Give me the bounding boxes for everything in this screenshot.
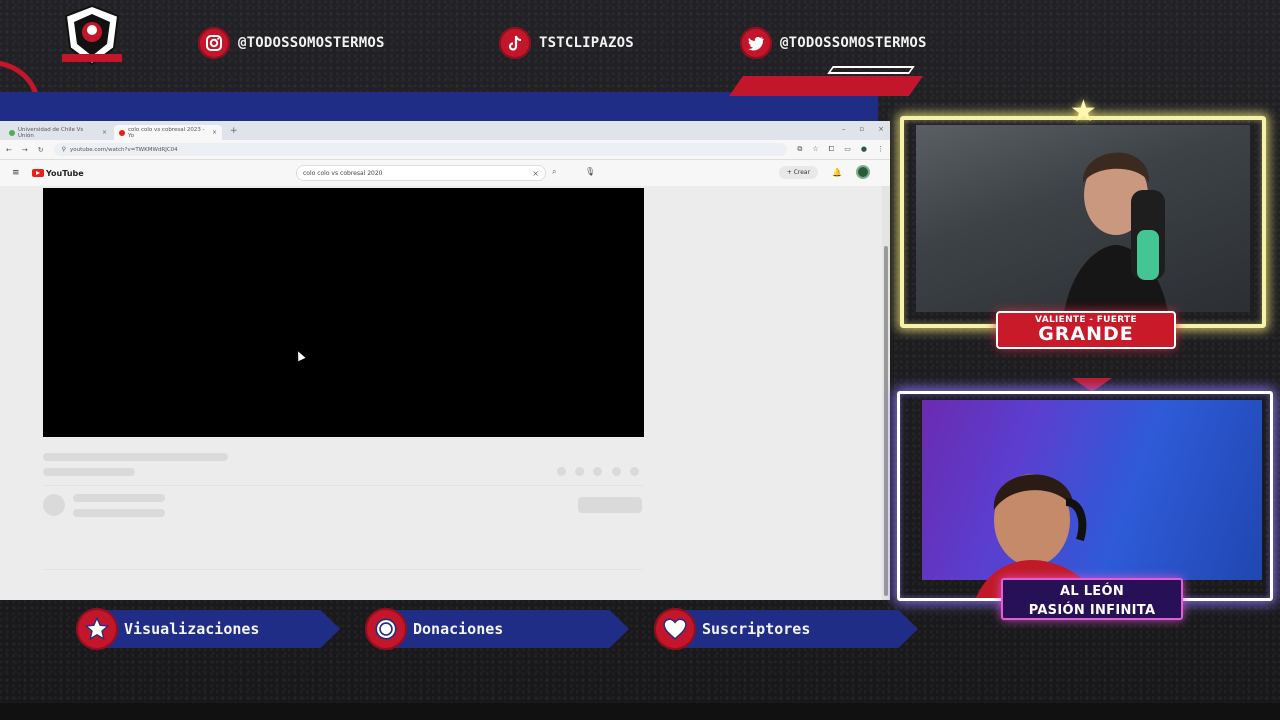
- new-tab-icon[interactable]: +: [224, 126, 244, 136]
- account-avatar[interactable]: [856, 165, 870, 179]
- sidepanel-icon[interactable]: ▭: [844, 145, 851, 154]
- youtube-favicon-icon: [119, 129, 125, 136]
- close-window-icon[interactable]: ×: [878, 125, 884, 133]
- url-input[interactable]: ⚲ youtube.com/watch?v=TWKMWdRJC04: [53, 143, 788, 156]
- decor-red-band: [728, 76, 924, 96]
- social-instagram: @TODOSSOMOSTERMOS: [198, 26, 385, 60]
- tab-bar: Universidad de Chile Vs Unión × colo col…: [0, 121, 890, 140]
- channel-avatar-skeleton: [43, 494, 65, 516]
- clear-search-icon[interactable]: ×: [532, 169, 539, 178]
- youtube-logo[interactable]: YouTube: [32, 169, 84, 178]
- tab-favicon-icon: [9, 129, 15, 136]
- tab-colo-colo[interactable]: colo colo vs cobresal 2023 - Yo ×: [114, 125, 222, 140]
- twitter-icon: [740, 27, 772, 59]
- twitter-handle: @TODOSSOMOSTERMOS: [780, 35, 927, 51]
- subtitle-skeleton: [43, 468, 135, 476]
- bookmark-star-icon[interactable]: ☆: [812, 145, 818, 154]
- reload-icon[interactable]: ↻: [38, 146, 44, 154]
- tab-label: colo colo vs cobresal 2023 - Yo: [128, 126, 205, 139]
- channel-name-skeleton: [73, 494, 165, 502]
- youtube-header-actions: + Crear 🔔: [778, 165, 870, 179]
- action-skeleton: [593, 467, 602, 476]
- stat-suscriptores: Suscriptores: [654, 608, 918, 650]
- decor-blue-band: [0, 92, 878, 122]
- webcam-feed-2: [922, 400, 1262, 598]
- subscribe-skeleton: [578, 497, 642, 513]
- youtube-header: ≡ YouTube colo colo vs cobresal 2020 × ⌕…: [0, 160, 890, 186]
- streamer-2-silhouette: [975, 474, 1098, 598]
- youtube-play-icon: [32, 169, 44, 177]
- url-text: youtube.com/watch?v=TWKMWdRJC04: [70, 146, 178, 153]
- minimize-icon[interactable]: –: [842, 125, 846, 133]
- microphone-icon[interactable]: 🎙: [585, 167, 595, 176]
- social-twitter: @TODOSSOMOSTERMOS: [740, 26, 927, 60]
- address-icons: ⧉ ☆ ⧠ ▭ ● ⋮: [797, 145, 884, 154]
- close-icon[interactable]: ×: [102, 129, 107, 136]
- extensions-icon[interactable]: ⧠: [829, 145, 835, 154]
- search-icon[interactable]: ⌕: [552, 167, 556, 177]
- tab-universidad[interactable]: Universidad de Chile Vs Unión ×: [4, 125, 112, 140]
- install-icon[interactable]: ⧉: [797, 145, 802, 154]
- create-button[interactable]: + Crear: [778, 165, 819, 179]
- youtube-logo-text: YouTube: [46, 168, 84, 178]
- channel-subs-skeleton: [73, 509, 165, 517]
- address-bar: ← → ↻ ⚲ youtube.com/watch?v=TWKMWdRJC04 …: [0, 140, 890, 160]
- profile-icon[interactable]: ●: [861, 145, 867, 154]
- more-menu-icon[interactable]: ⋮: [877, 145, 884, 154]
- tiktok-handle: TSTCLIPAZOS: [539, 35, 634, 51]
- tiktok-icon: [499, 27, 531, 59]
- club-logo: [58, 2, 126, 72]
- stat-donaciones: Donaciones: [365, 608, 629, 650]
- forward-icon[interactable]: →: [22, 146, 28, 154]
- search-value: colo colo vs cobresal 2020: [303, 169, 383, 177]
- divider: [43, 485, 643, 486]
- tab-label: Universidad de Chile Vs Unión: [18, 126, 84, 139]
- webcam-frame-2: [897, 391, 1273, 601]
- maximize-icon[interactable]: ▫: [859, 125, 864, 133]
- cam2-caption: AL LEÓN PASIÓN INFINITA: [1001, 578, 1183, 620]
- heart-icon: [654, 608, 696, 650]
- title-skeleton: [43, 453, 228, 461]
- cam1-caption: VALIENTE - FUERTE GRANDE: [996, 311, 1176, 349]
- page-scrollbar[interactable]: [882, 186, 890, 600]
- action-skeleton: [630, 467, 639, 476]
- decor-white-band: [827, 66, 915, 74]
- close-icon[interactable]: ×: [212, 129, 217, 136]
- stat-visualizaciones: Visualizaciones: [76, 608, 340, 650]
- scrollbar-thumb[interactable]: [884, 246, 888, 596]
- star-icon: ★: [1070, 94, 1097, 129]
- action-skeleton: [575, 467, 584, 476]
- divider: [43, 569, 643, 570]
- coin-icon: [365, 608, 407, 650]
- hamburger-menu-icon[interactable]: ≡: [12, 168, 32, 178]
- cam2-caption-line1: AL LEÓN: [1059, 584, 1125, 599]
- stat-label: Suscriptores: [702, 620, 811, 638]
- bottom-strip: [0, 703, 1280, 720]
- back-icon[interactable]: ←: [6, 146, 12, 154]
- social-tiktok: TSTCLIPAZOS: [499, 26, 634, 60]
- action-skeleton: [612, 467, 621, 476]
- webcam-frame-1: [900, 116, 1266, 328]
- stat-label: Donaciones: [413, 620, 504, 638]
- youtube-search-input[interactable]: colo colo vs cobresal 2020 ×: [296, 165, 546, 181]
- window-controls: – ▫ ×: [842, 125, 884, 133]
- instagram-icon: [198, 27, 230, 59]
- cam1-caption-main: GRANDE: [1038, 323, 1134, 345]
- notifications-bell-icon[interactable]: 🔔: [832, 168, 842, 177]
- site-info-icon[interactable]: ⚲: [62, 146, 66, 153]
- star-icon: [76, 608, 118, 650]
- browser-window: Universidad de Chile Vs Unión × colo col…: [0, 121, 890, 600]
- streamer-1-silhouette: [1062, 152, 1170, 324]
- instagram-handle: @TODOSSOMOSTERMOS: [238, 35, 385, 51]
- webcam-feed-1: [916, 125, 1250, 324]
- stat-label: Visualizaciones: [124, 620, 260, 638]
- video-player[interactable]: [43, 188, 644, 437]
- action-skeleton: [557, 467, 566, 476]
- cam2-caption-line2: PASIÓN INFINITA: [1028, 603, 1156, 618]
